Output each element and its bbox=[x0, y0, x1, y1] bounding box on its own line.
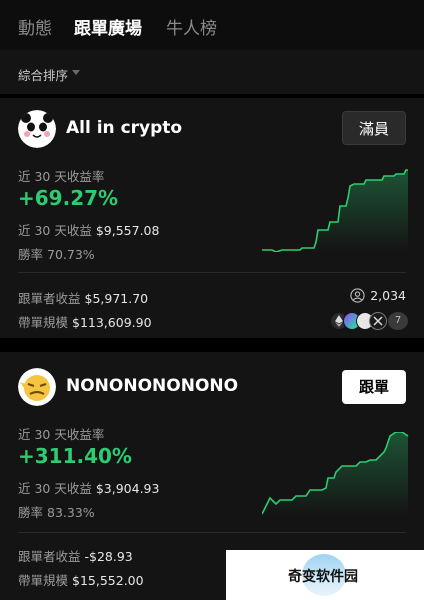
tab-copy-trading-square[interactable]: 跟單廣場 bbox=[74, 14, 142, 39]
roi-label: 近 30 天收益率 bbox=[18, 169, 105, 184]
full-button[interactable]: 滿員 bbox=[342, 111, 406, 145]
follower-pnl-row: 跟單者收益 -$28.93 bbox=[18, 546, 133, 565]
divider bbox=[18, 272, 406, 273]
watermark: 奇变软件园 bbox=[226, 550, 424, 600]
winrate-label: 勝率 bbox=[18, 505, 44, 520]
follower-pnl-value: $5,971.70 bbox=[84, 291, 149, 306]
follower-pnl-label: 跟單者收益 bbox=[18, 291, 81, 306]
aum-row: 帶單規模 $113,609.90 bbox=[18, 312, 152, 331]
tab-leaderboard[interactable]: 牛人榜 bbox=[166, 14, 217, 39]
sort-dropdown[interactable]: 綜合排序 bbox=[18, 65, 68, 84]
follower-pnl-value: -$28.93 bbox=[84, 549, 133, 564]
aum-label: 帶單規模 bbox=[18, 315, 69, 330]
winrate-label: 勝率 bbox=[18, 247, 44, 262]
winrate-value: 70.73% bbox=[47, 247, 95, 262]
xrp-icon bbox=[369, 312, 387, 330]
copy-button[interactable]: 跟單 bbox=[342, 370, 406, 404]
pnl-row: 近 30 天收益 $3,904.93 bbox=[18, 478, 159, 497]
followers-count: 2,034 bbox=[350, 288, 406, 303]
coin-list[interactable]: 7 bbox=[330, 312, 408, 330]
trader-name[interactable]: NONONONONONO bbox=[66, 376, 238, 396]
pnl-label: 近 30 天收益 bbox=[18, 481, 92, 496]
followers-value: 2,034 bbox=[370, 288, 406, 303]
sort-bar: 綜合排序 bbox=[0, 50, 424, 94]
roi-sparkline bbox=[262, 169, 408, 252]
aum-label: 帶單規模 bbox=[18, 573, 69, 588]
trader-card[interactable]: All in crypto 滿員 近 30 天收益率 +69.27% 近 30 … bbox=[0, 98, 424, 338]
user-icon bbox=[350, 288, 365, 303]
roi-label: 近 30 天收益率 bbox=[18, 427, 105, 442]
winrate-row: 勝率 83.33% bbox=[18, 502, 95, 521]
follower-pnl-row: 跟單者收益 $5,971.70 bbox=[18, 288, 148, 307]
divider bbox=[18, 532, 406, 533]
winrate-value: 83.33% bbox=[47, 505, 95, 520]
chevron-down-icon[interactable] bbox=[72, 70, 80, 75]
pnl-label: 近 30 天收益 bbox=[18, 223, 92, 238]
tab-dynamics[interactable]: 動態 bbox=[18, 14, 52, 39]
avatar[interactable] bbox=[18, 110, 56, 148]
follower-pnl-label: 跟單者收益 bbox=[18, 549, 81, 564]
top-nav: 動態 跟單廣場 牛人榜 bbox=[0, 0, 424, 50]
roi-sparkline bbox=[262, 432, 409, 516]
aum-value: $113,609.90 bbox=[72, 315, 152, 330]
watermark-text: 奇变软件园 bbox=[288, 569, 358, 585]
meme-avatar-icon bbox=[18, 368, 56, 406]
panda-avatar-icon bbox=[18, 110, 56, 148]
coin-more-count: 7 bbox=[388, 312, 408, 330]
pnl-value: $3,904.93 bbox=[95, 481, 160, 496]
pnl-row: 近 30 天收益 $9,557.08 bbox=[18, 220, 159, 239]
trader-name[interactable]: All in crypto bbox=[66, 118, 182, 138]
roi-value: +311.40% bbox=[18, 444, 132, 468]
avatar[interactable] bbox=[18, 368, 56, 406]
pnl-value: $9,557.08 bbox=[95, 223, 160, 238]
winrate-row: 勝率 70.73% bbox=[18, 244, 95, 263]
aum-row: 帶單規模 $15,552.00 bbox=[18, 570, 144, 589]
roi-value: +69.27% bbox=[18, 186, 119, 210]
aum-value: $15,552.00 bbox=[72, 573, 144, 588]
